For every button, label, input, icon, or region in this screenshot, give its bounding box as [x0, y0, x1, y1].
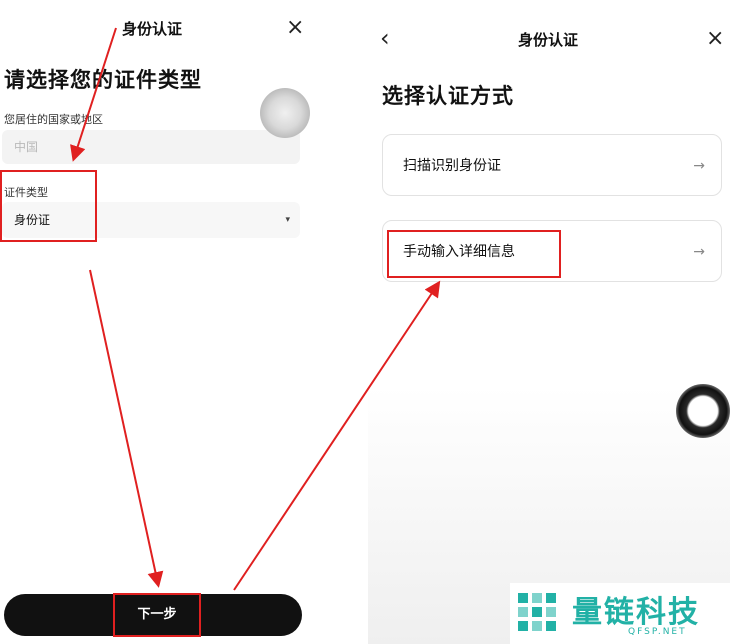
- close-icon[interactable]: ×: [286, 17, 304, 39]
- highlight-next-button: [113, 593, 201, 637]
- header-title: 身份认证: [122, 20, 183, 38]
- arrow-right-icon: →: [693, 158, 705, 174]
- option-label: 扫描识别身份证: [403, 158, 501, 174]
- brand-name: 量链科技: [572, 595, 700, 630]
- page-title: 请选择您的证件类型: [4, 68, 202, 92]
- highlight-manual-input: [387, 230, 561, 278]
- brand-logo-icon: [518, 593, 556, 631]
- close-icon[interactable]: ×: [706, 28, 724, 50]
- page-title: 选择认证方式: [382, 84, 514, 108]
- floating-assist-icon[interactable]: [260, 88, 310, 138]
- left-screen: 身份认证 × 请选择您的证件类型 您居住的国家或地区 中国 证件类型 身份证 ▾…: [0, 0, 310, 644]
- brand-site: QFSP.NET: [628, 627, 687, 637]
- option-scan-id[interactable]: 扫描识别身份证 →: [382, 134, 722, 196]
- screen-gap: [310, 0, 368, 644]
- highlight-doc-type: [0, 170, 97, 242]
- right-screen: ‹ 身份认证 × 选择认证方式 扫描识别身份证 → 手动输入详细信息 →: [368, 0, 730, 644]
- country-label: 您居住的国家或地区: [4, 113, 103, 126]
- floating-assist-icon[interactable]: [676, 384, 730, 438]
- watermark: 量链科技 QFSP.NET: [510, 583, 730, 644]
- arrow-right-icon: →: [693, 244, 705, 260]
- header-title: 身份认证: [518, 31, 579, 49]
- back-icon[interactable]: ‹: [380, 26, 390, 50]
- chevron-down-icon: ▾: [285, 215, 290, 225]
- country-field[interactable]: 中国: [2, 130, 300, 164]
